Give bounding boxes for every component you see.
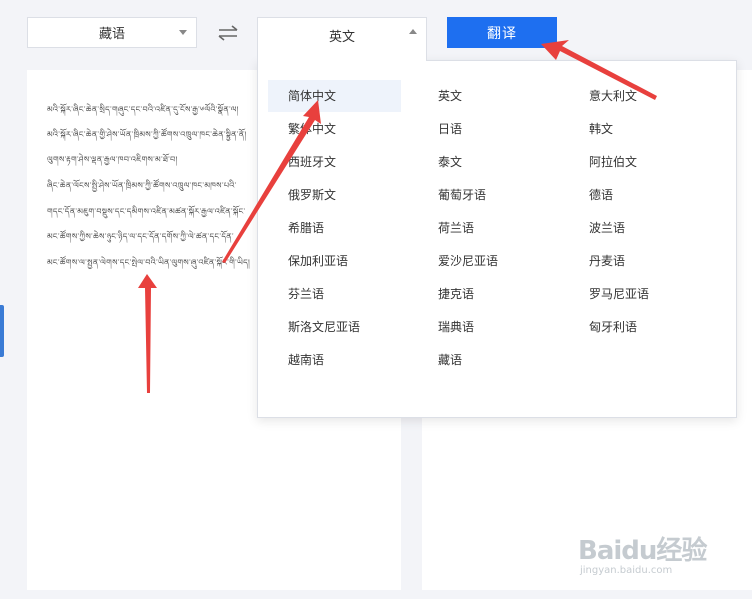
source-text-line: ལུགས་རྟག་ཤེས་ལྡན་རྒྱལ་ཁབ་འཇིགས་མ་ཐོ་བ། [47, 155, 178, 164]
language-option[interactable]: 韩文 [569, 113, 702, 145]
source-language-value: 藏语 [98, 27, 125, 42]
language-option[interactable]: 德语 [569, 179, 702, 211]
language-option[interactable]: 西班牙文 [268, 146, 401, 178]
language-option[interactable]: 波兰语 [569, 212, 702, 244]
language-option[interactable]: 芬兰语 [268, 278, 401, 310]
language-option[interactable]: 繁体中文 [268, 113, 401, 145]
language-option[interactable]: 瑞典语 [418, 311, 551, 343]
language-option[interactable]: 越南语 [268, 344, 401, 376]
language-option[interactable]: 泰文 [418, 146, 551, 178]
language-option[interactable]: 俄罗斯文 [268, 179, 401, 211]
language-option[interactable]: 丹麦语 [569, 245, 702, 277]
language-option[interactable]: 罗马尼亚语 [569, 278, 702, 310]
language-option[interactable]: 斯洛文尼亚语 [268, 311, 401, 343]
translate-button[interactable]: 翻译 [447, 17, 557, 48]
language-option[interactable]: 意大利文 [569, 80, 702, 112]
chevron-down-icon [179, 30, 187, 35]
chevron-up-icon [409, 29, 417, 34]
language-dropdown-menu: 简体中文 英文 意大利文繁体中文 日语 韩文西班牙文 泰文 阿拉伯文俄罗斯文 葡萄牙语 德语希腊… [257, 60, 737, 418]
language-option[interactable]: 日语 [418, 113, 551, 145]
language-option[interactable]: 保加利亚语 [268, 245, 401, 277]
language-option[interactable]: 藏语 [418, 344, 551, 376]
target-language-select[interactable]: 英文 [257, 17, 427, 61]
language-option[interactable]: 捷克语 [418, 278, 551, 310]
target-language-value: 英文 [328, 30, 355, 45]
language-option[interactable]: 匈牙利语 [569, 311, 702, 343]
source-language-select[interactable]: 藏语 [27, 17, 197, 48]
language-option[interactable]: 荷兰语 [418, 212, 551, 244]
swap-languages-icon[interactable] [216, 24, 240, 42]
sidebar-active-indicator [0, 305, 4, 357]
language-option[interactable]: 阿拉伯文 [569, 146, 702, 178]
language-option[interactable]: 葡萄牙语 [418, 179, 551, 211]
language-option[interactable]: 简体中文 [268, 80, 401, 112]
language-option[interactable]: 爱沙尼亚语 [418, 245, 551, 277]
language-option[interactable]: 希腊语 [268, 212, 401, 244]
language-option[interactable]: 英文 [418, 80, 551, 112]
